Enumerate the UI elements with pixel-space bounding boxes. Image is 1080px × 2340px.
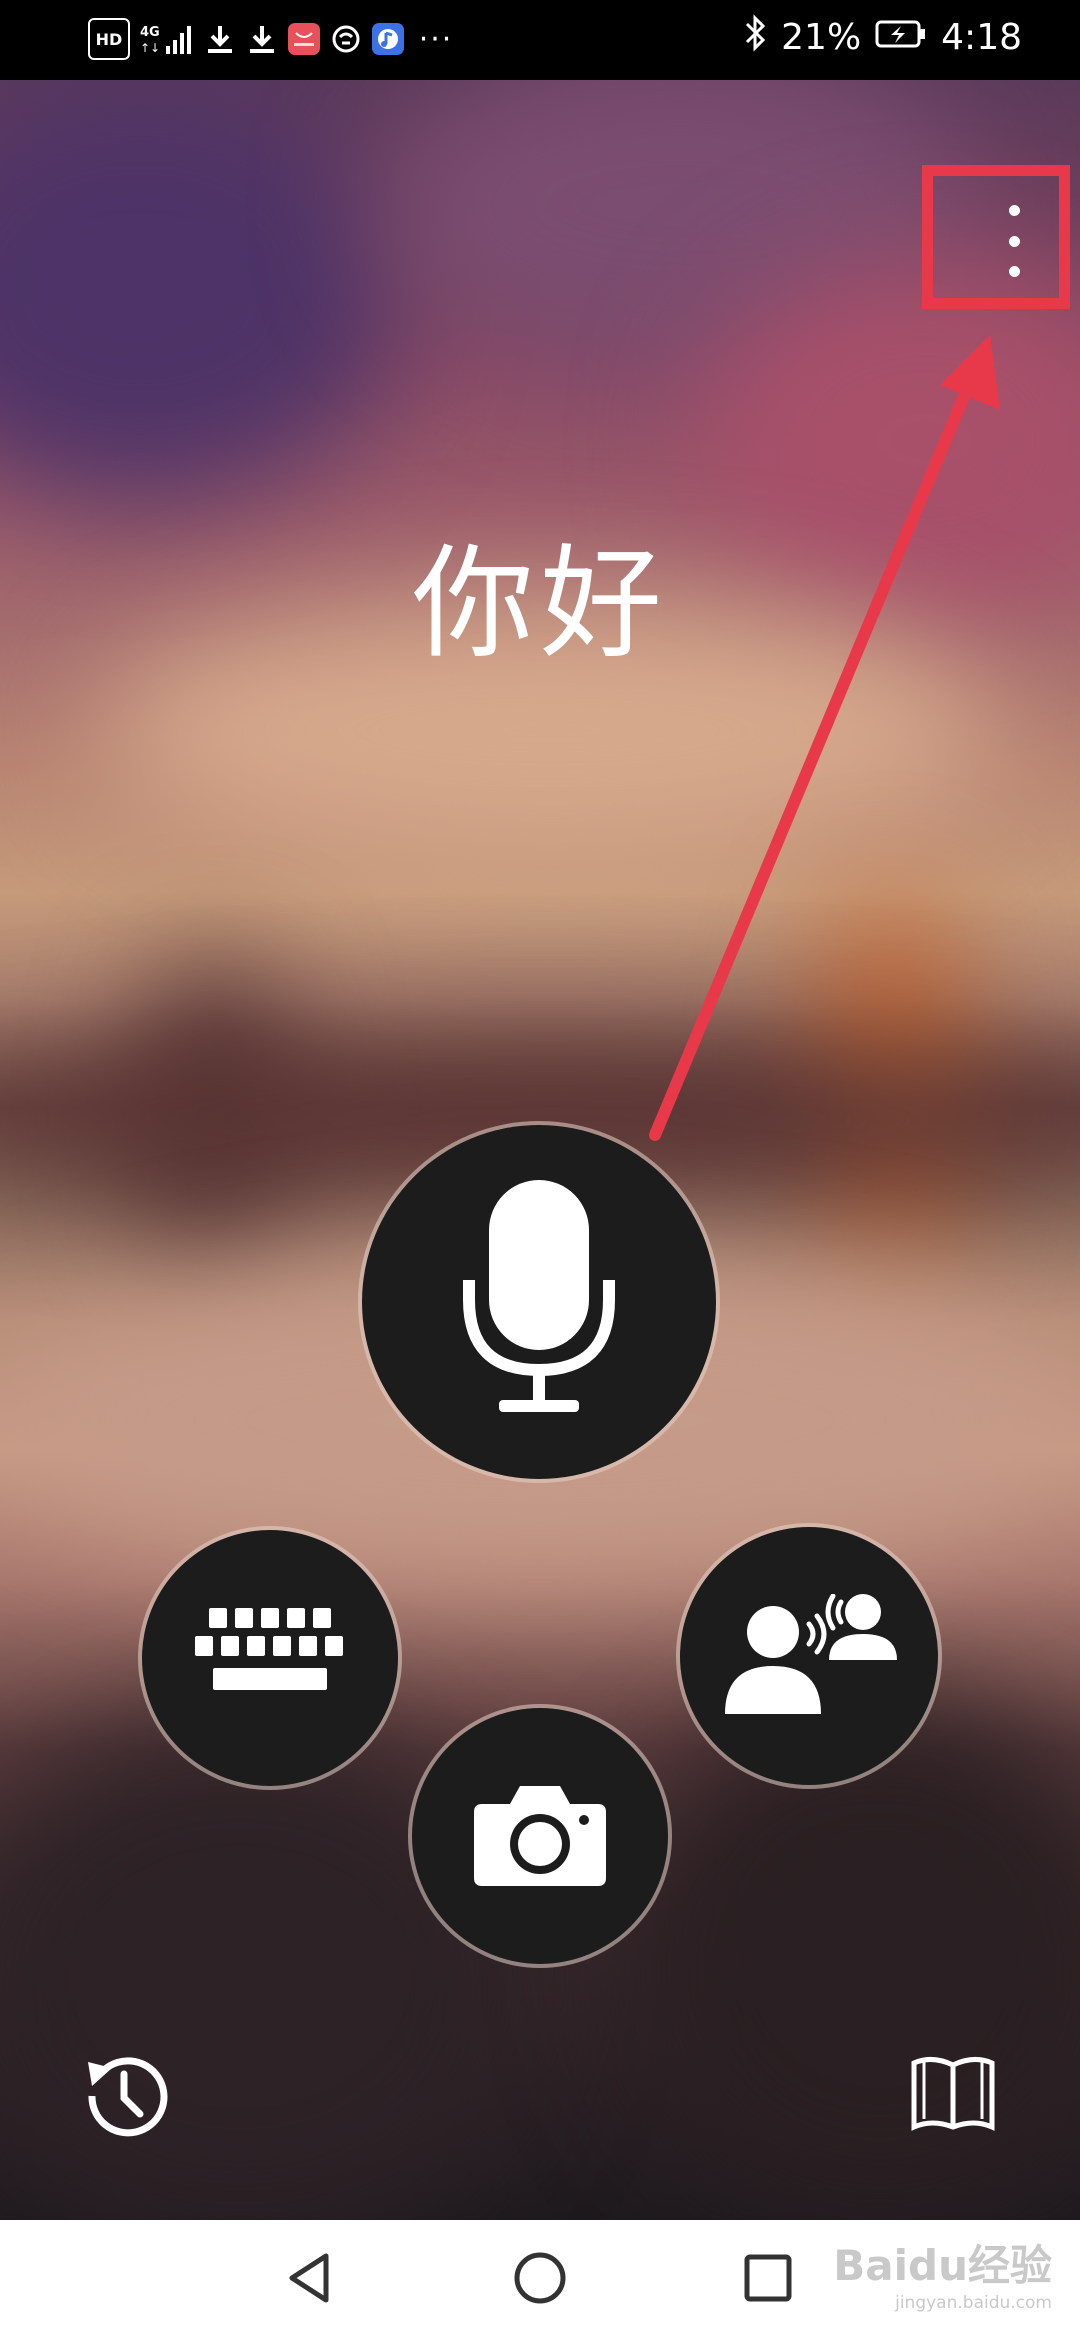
svg-text:↑↓: ↑↓ <box>140 41 160 55</box>
history-button[interactable] <box>78 2050 174 2146</box>
home-circle-icon <box>510 2248 570 2312</box>
status-left-icons: HD 4G ↑↓ ··· <box>88 18 458 60</box>
recent-square-icon <box>738 2248 798 2312</box>
microphone-icon <box>459 1180 619 1424</box>
keyboard-input-button[interactable] <box>142 1530 398 1786</box>
camera-input-button[interactable] <box>412 1708 668 1964</box>
keyboard-icon <box>195 1608 345 1708</box>
back-triangle-icon <box>280 2248 340 2312</box>
annotation-highlight-box <box>922 165 1070 309</box>
download-icon <box>204 22 236 56</box>
signal-4g-icon: 4G ↑↓ <box>140 22 194 56</box>
conversation-icon <box>719 1593 899 1718</box>
nav-recent-button[interactable] <box>728 2240 808 2320</box>
nav-back-button[interactable] <box>270 2240 350 2320</box>
watermark-main: Baidu经验 <box>833 2241 1052 2290</box>
watermark-sub: jingyan.baidu.com <box>895 2293 1052 2313</box>
history-icon <box>78 2048 174 2148</box>
battery-charging-icon <box>875 17 927 58</box>
baidu-watermark: Baidu经验 jingyan.baidu.com <box>833 2232 1052 2313</box>
download-icon <box>246 22 278 56</box>
conversation-button[interactable] <box>680 1527 938 1785</box>
voice-input-button[interactable] <box>362 1125 716 1479</box>
phrasebook-icon <box>910 2053 996 2137</box>
status-right: 21% 4:18 <box>743 14 1022 61</box>
phrasebook-button[interactable] <box>910 2055 996 2135</box>
status-bar: HD 4G ↑↓ ··· 21% 4:18 <box>0 0 1080 80</box>
hd-icon: HD <box>88 18 130 60</box>
battery-percent: 21% <box>781 17 862 58</box>
vpn-icon <box>330 22 362 56</box>
huawei-app-icon <box>288 23 320 55</box>
music-app-icon <box>372 23 404 55</box>
more-dots-icon: ··· <box>418 21 454 57</box>
clock: 4:18 <box>941 17 1022 58</box>
svg-text:4G: 4G <box>140 25 160 40</box>
greeting-text: 你好 <box>412 533 668 675</box>
camera-icon <box>472 1780 608 1892</box>
nav-home-button[interactable] <box>500 2240 580 2320</box>
bluetooth-icon <box>743 14 767 61</box>
